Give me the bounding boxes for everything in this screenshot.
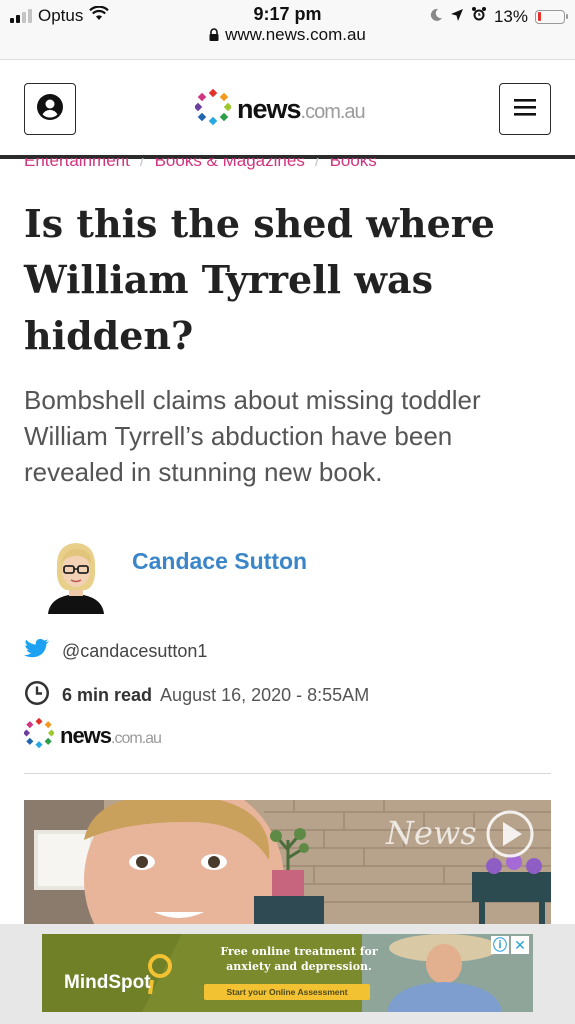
battery-icon [535, 9, 568, 24]
logo-suffix-text: .com.au [300, 101, 366, 123]
source-logo-main: news [60, 722, 112, 748]
logo-main-text: news [237, 94, 302, 124]
article-meta: 6 min read August 16, 2020 - 8:55AM [24, 680, 369, 711]
menu-button[interactable] [499, 83, 551, 135]
breadcrumb-separator: / [314, 158, 320, 170]
author-name-link[interactable]: Candace Sutton [132, 548, 307, 575]
alarm-icon [471, 6, 487, 27]
news-dots-icon [193, 88, 233, 130]
clock-icon [24, 680, 50, 711]
article-standfirst: Bombshell claims about missing toddler W… [24, 385, 481, 487]
image-watermark: News [385, 814, 477, 852]
ad-brand: MindSpot [64, 972, 151, 993]
author-twitter[interactable]: @candacesutton1 [24, 638, 207, 665]
lock-icon [209, 26, 219, 46]
source-logo-suffix: .com.au [111, 729, 162, 747]
news-dots-icon [22, 717, 56, 753]
account-button[interactable] [24, 83, 76, 135]
source-logo[interactable]: news.com.au [22, 717, 162, 753]
article-headline: Is this the shed where William Tyrrell w… [24, 201, 495, 358]
battery-percent: 13% [493, 6, 528, 26]
url-bar[interactable]: www.news.com.au [0, 25, 575, 46]
twitter-handle: @candacesutton1 [62, 641, 208, 661]
read-time: 6 min read [62, 685, 153, 705]
breadcrumb-item-books-magazines[interactable]: Books & Magazines [155, 158, 305, 180]
twitter-bird-icon [24, 638, 50, 665]
publish-date: August 16, 2020 - 8:55AM [160, 685, 370, 705]
status-right: 13% [429, 6, 568, 27]
news-logo[interactable]: news.com.au [193, 88, 366, 130]
breadcrumb-separator: / [139, 158, 145, 170]
breadcrumb: Entertainment / Books & Magazines / Book… [24, 158, 377, 180]
breadcrumb-item-entertainment[interactable]: Entertainment [24, 158, 130, 180]
breadcrumb-item-books[interactable]: Books [330, 158, 377, 180]
url-text: www.news.com.au [225, 25, 366, 44]
ad-banner-container: MindSpot Free online treatment for anxie… [0, 924, 575, 1024]
user-circle-icon [36, 93, 64, 126]
hamburger-icon [513, 97, 537, 122]
ad-close-icon[interactable]: ✕ [511, 936, 529, 954]
divider [24, 773, 551, 774]
ad-copy-line: Free online treatment for [220, 945, 378, 958]
ad-copy: Free online treatment for anxiety and de… [214, 944, 384, 974]
site-header: news.com.au [0, 61, 575, 159]
battery-level [537, 12, 541, 21]
ad-controls: ⓘ ✕ [491, 936, 529, 954]
ad-info-icon[interactable]: ⓘ [491, 936, 509, 954]
ad-copy-line: anxiety and depression. [226, 960, 372, 973]
ad-cta-button[interactable]: Start your Online Assessment [204, 984, 370, 1000]
article-hero-video[interactable]: News [24, 800, 551, 924]
author-avatar[interactable] [44, 538, 108, 614]
status-bar: Optus 9:17 pm www.news.com.au 13% [0, 0, 575, 60]
location-arrow-icon [450, 7, 464, 27]
moon-icon [429, 7, 443, 27]
ad-banner[interactable]: MindSpot Free online treatment for anxie… [42, 934, 533, 1012]
